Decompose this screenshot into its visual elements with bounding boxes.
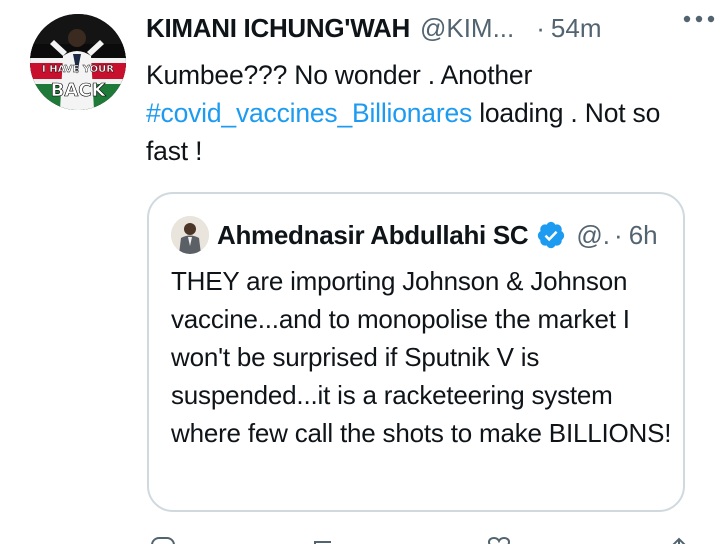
quoted-tweet-header: Ahmednasir Abdullahi SC @. · 6h bbox=[217, 216, 669, 254]
tweet-text: Kumbee??? No wonder . Another #covid_vac… bbox=[146, 56, 706, 170]
quoted-author-avatar[interactable] bbox=[171, 216, 209, 254]
reply-icon[interactable] bbox=[150, 536, 176, 544]
quoted-tweet-text: THEY are importing Johnson & Johnson vac… bbox=[171, 266, 672, 448]
quoted-author-handle[interactable]: @. bbox=[576, 220, 610, 251]
quoted-tweet-timestamp[interactable]: 6h bbox=[629, 220, 658, 251]
author-avatar[interactable]: I HAVE YOUR BACK bbox=[30, 14, 126, 110]
quoted-avatar-image bbox=[171, 216, 209, 254]
quoted-tweet-card[interactable]: Ahmednasir Abdullahi SC @. · 6h THEY are… bbox=[147, 192, 685, 512]
avatar-text-top: I HAVE YOUR bbox=[42, 64, 114, 75]
share-icon[interactable] bbox=[666, 536, 692, 544]
author-name[interactable]: KIMANI ICHUNG'WAH bbox=[146, 13, 410, 44]
tweet-text-part-1: Kumbee??? No wonder . Another bbox=[146, 60, 533, 90]
tweet-action-bar bbox=[146, 536, 706, 544]
avatar-text-bottom: BACK bbox=[51, 80, 107, 101]
tweet-header: KIMANI ICHUNG'WAH @KIM... · 54m bbox=[146, 10, 690, 46]
author-handle[interactable]: @KIM... bbox=[420, 13, 514, 44]
hashtag-link[interactable]: #covid_vaccines_Billionares bbox=[146, 98, 472, 128]
separator-dot: · bbox=[536, 12, 545, 43]
more-horizontal-icon bbox=[683, 15, 715, 23]
more-options-button[interactable] bbox=[682, 12, 716, 24]
tweet-timestamp[interactable]: 54m bbox=[551, 13, 602, 44]
retweet-icon[interactable] bbox=[312, 536, 338, 544]
quoted-separator-dot: · bbox=[614, 219, 623, 250]
like-icon[interactable] bbox=[486, 536, 512, 544]
tweet[interactable]: I HAVE YOUR BACK KIMANI ICHUNG'WAH @KIM.… bbox=[0, 0, 720, 544]
avatar-image: I HAVE YOUR BACK bbox=[30, 14, 126, 110]
verified-badge-icon bbox=[538, 221, 565, 249]
quoted-author-name[interactable]: Ahmednasir Abdullahi SC bbox=[217, 220, 529, 251]
